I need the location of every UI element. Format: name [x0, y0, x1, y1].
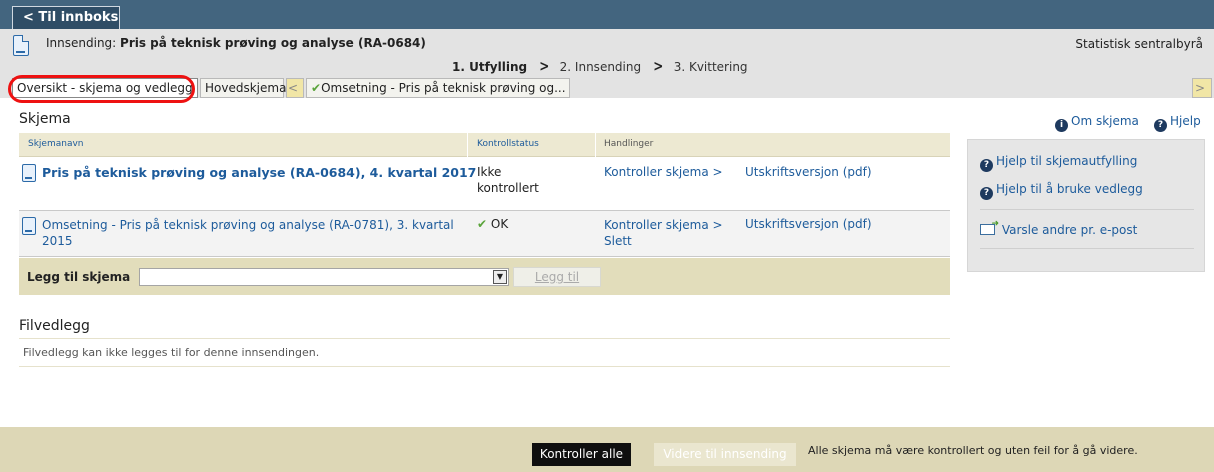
check-all-button[interactable]: Kontroller alle — [532, 443, 631, 466]
progress-steps: 1. Utfylling >2. Innsending >3. Kvittering — [452, 57, 748, 75]
mail-icon — [980, 219, 999, 235]
checkmark-icon: ✔ — [311, 81, 322, 95]
help-panel: ? Hjelp til skjemautfylling ? Hjelp til å … — [967, 139, 1205, 272]
print-version-link[interactable]: Utskriftsversjon (pdf) — [745, 217, 872, 231]
tab-scroll-left-button[interactable]: < — [286, 78, 304, 98]
about-form-link[interactable]: i Om skjema — [1055, 114, 1139, 132]
continue-to-submission-button: Videre til innsending — [654, 443, 796, 466]
notify-email-link[interactable]: Varsle andre pr. e-post — [980, 219, 1137, 237]
question-icon: ? — [980, 187, 993, 200]
attachments-title: Filvedlegg — [19, 318, 90, 334]
row-actions: Kontroller skjema > Slett — [604, 217, 723, 249]
chevron-right-icon: > — [539, 57, 550, 75]
bottom-action-bar: Kontroller alle Videre til innsending Al… — [0, 427, 1214, 472]
step-submit: 2. Innsending — [559, 60, 642, 74]
forms-section-title: Skjema — [19, 111, 71, 127]
back-to-inbox-button[interactable]: < Til innboks — [12, 6, 120, 29]
tab-main-form[interactable]: Hovedskjema — [200, 78, 286, 98]
step-fill-in: 1. Utfylling — [452, 60, 528, 74]
divider — [19, 366, 950, 367]
help-link[interactable]: ? Hjelp — [1154, 114, 1201, 132]
table-header: Skjemanavn Kontrollstatus Handlinger — [19, 133, 950, 157]
check-form-link[interactable]: Kontroller skjema > — [604, 165, 723, 179]
check-form-link[interactable]: Kontroller skjema > — [604, 217, 723, 233]
tab-sub-form[interactable]: ✔Omsetning - Pris på teknisk prøving og.… — [306, 78, 570, 98]
column-header-status[interactable]: Kontrollstatus — [477, 139, 539, 149]
tab-scroll-right-button[interactable]: > — [1192, 78, 1212, 98]
checkmark-icon: ✔ — [477, 217, 488, 231]
submission-title: Innsending: Pris på teknisk prøving og a… — [46, 36, 426, 50]
add-form-bar: Legg til skjema ▼ Legg til — [19, 258, 950, 295]
table-row: Pris på teknisk prøving og analyse (RA-0… — [19, 157, 950, 211]
document-icon — [22, 164, 36, 182]
step-receipt: 3. Kvittering — [673, 60, 748, 74]
add-form-button: Legg til — [513, 267, 601, 287]
column-header-actions: Handlinger — [604, 139, 654, 149]
form-name-link[interactable]: Omsetning - Pris på teknisk prøving og a… — [42, 217, 454, 249]
divider — [980, 209, 1194, 210]
chevron-right-icon: > — [653, 57, 664, 75]
help-form-filling-link[interactable]: ? Hjelp til skjemautfylling — [980, 154, 1137, 172]
table-row: Omsetning - Pris på teknisk prøving og a… — [19, 211, 950, 257]
attachments-note: Filvedlegg kan ikke legges til for denne… — [23, 346, 320, 359]
tab-overview[interactable]: Oversikt - skjema og vedlegg — [12, 78, 198, 98]
form-tabs: Oversikt - skjema og vedlegg Hovedskjema… — [0, 78, 1214, 98]
divider — [980, 248, 1194, 249]
question-icon: ? — [1154, 119, 1167, 132]
document-icon — [22, 217, 36, 235]
help-attachments-link[interactable]: ? Hjelp til å bruke vedlegg — [980, 182, 1143, 200]
delete-form-link[interactable]: Slett — [604, 233, 723, 249]
top-bar: < Til innboks — [0, 0, 1214, 29]
form-name-link[interactable]: Pris på teknisk prøving og analyse (RA-0… — [42, 165, 476, 180]
question-icon: ? — [980, 159, 993, 172]
divider — [19, 338, 950, 339]
control-status: ✔ OK — [477, 217, 509, 231]
column-header-form-name[interactable]: Skjemanavn — [28, 139, 84, 149]
organization-name: Statistisk sentralbyrå — [1075, 37, 1203, 51]
print-version-link[interactable]: Utskriftsversjon (pdf) — [745, 165, 872, 179]
add-form-label: Legg til skjema — [27, 270, 131, 284]
info-icon: i — [1055, 119, 1068, 132]
bottom-note: Alle skjema må være kontrollert og uten … — [808, 444, 1138, 457]
document-icon — [13, 35, 29, 56]
chevron-down-icon[interactable]: ▼ — [493, 270, 507, 284]
add-form-select[interactable]: ▼ — [139, 268, 509, 286]
control-status: Ikke kontrollert — [477, 165, 539, 195]
